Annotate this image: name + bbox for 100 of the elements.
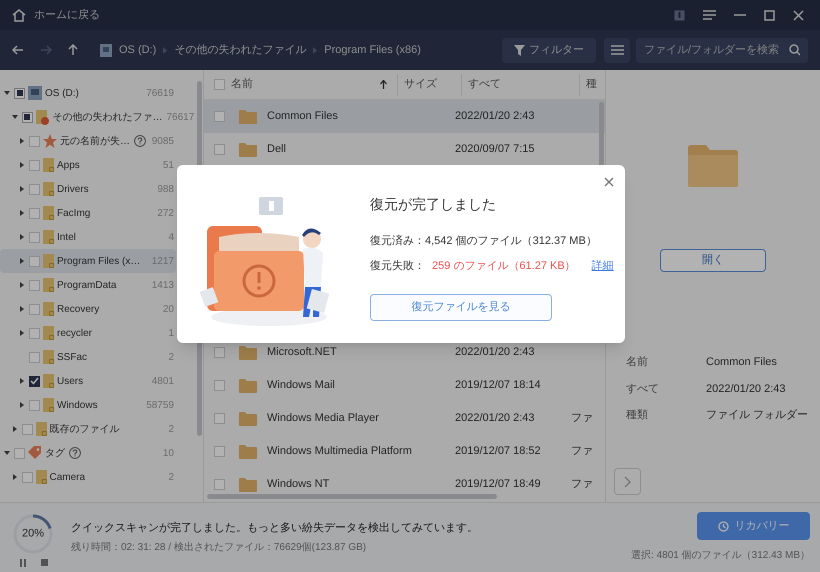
collapsed-arrow-icon[interactable]	[19, 306, 25, 312]
filter-button[interactable]: フィルター	[502, 38, 596, 62]
file-row[interactable]: Windows Media Player 2022/01/20 2:43 ファ	[204, 402, 605, 435]
help-icon[interactable]	[69, 447, 81, 459]
collapsed-arrow-icon[interactable]	[19, 234, 25, 240]
file-row[interactable]: Windows NT 2019/12/07 18:49 ファ	[204, 468, 605, 501]
view-recovered-files-button[interactable]: 復元ファイルを見る	[370, 294, 552, 321]
tree-item-label[interactable]: OS (D:)	[45, 86, 79, 100]
tree-item-label[interactable]: Intel	[57, 230, 76, 244]
collapsed-arrow-icon[interactable]	[19, 378, 25, 384]
tree-item[interactable]: Camera 2	[0, 465, 176, 489]
file-name: Microsoft.NET	[267, 345, 338, 360]
tree-item[interactable]: 既存のファイル 2	[0, 417, 176, 441]
tree-item-label[interactable]: FacImg	[57, 206, 90, 220]
tree-item[interactable]: その他の失われたファ… 76617	[0, 105, 196, 129]
stop-icon[interactable]	[40, 559, 48, 566]
file-row[interactable]: Windows Multimedia Platform 2019/12/07 18:52 ファ	[204, 435, 605, 468]
search-field[interactable]: ファイル/フォルダーを検索	[636, 38, 808, 62]
tree-item-label[interactable]: タグ	[45, 446, 65, 460]
star-icon	[43, 134, 57, 148]
column-header[interactable]: サイズ	[397, 74, 461, 96]
collapsed-arrow-icon[interactable]	[19, 186, 25, 192]
tree-item-label[interactable]: Windows	[57, 398, 98, 412]
folder-icon	[239, 110, 257, 124]
file-name: Windows NT	[267, 477, 330, 492]
search-icon[interactable]	[788, 44, 800, 56]
modified-date: 2019/12/07 18:52	[455, 444, 542, 460]
collapsed-arrow-icon[interactable]	[19, 330, 25, 336]
tree-item[interactable]: recycler 1	[0, 321, 176, 345]
file-row[interactable]: Microsoft.NET 2022/01/20 2:43	[204, 336, 605, 369]
open-button[interactable]: 開く	[660, 249, 766, 272]
breadcrumb-item[interactable]: Program Files (x86)	[324, 42, 421, 58]
select-all-checkbox[interactable]	[214, 79, 225, 90]
expanded-arrow-icon[interactable]	[12, 114, 18, 120]
collapsed-arrow-icon[interactable]	[19, 282, 25, 288]
item-count: 1413	[150, 278, 174, 292]
collapsed-arrow-icon[interactable]	[19, 402, 25, 408]
detail-label: 種類	[626, 408, 649, 423]
collapsed-arrow-icon[interactable]	[19, 138, 25, 144]
scan-status-message: クイックスキャンが完了しました。もっと多い紛失データを検出してみています。	[71, 520, 478, 536]
home-link[interactable]: ホームに戻る	[34, 6, 100, 24]
menu-icon[interactable]	[703, 10, 716, 20]
checkbox[interactable]	[14, 88, 25, 98]
scan-details: 残り時間：02: 31: 28 / 検出されたファイル：76629個(123.87 GB)	[71, 540, 368, 556]
tree-item-label[interactable]: SSFac	[57, 350, 88, 364]
help-icon[interactable]	[134, 135, 146, 147]
checkbox[interactable]	[29, 376, 40, 386]
tree-item[interactable]: Apps 51	[0, 153, 176, 177]
tree-item-label[interactable]: Program Files (x…	[57, 254, 140, 268]
folder-icon	[239, 444, 257, 458]
horizontal-scrollbar[interactable]	[207, 494, 497, 499]
expanded-arrow-icon[interactable]	[4, 90, 10, 96]
folder-icon	[43, 350, 54, 364]
tree-item-label[interactable]: Drivers	[57, 182, 89, 196]
collapsed-arrow-icon[interactable]	[19, 162, 25, 168]
column-header[interactable]: すべて	[461, 74, 579, 96]
folder-icon	[239, 142, 257, 156]
tree-item-label[interactable]: Users	[57, 374, 84, 388]
tree-item[interactable]: 元の名前が失… 9085	[0, 129, 176, 153]
tree-item[interactable]: Program Files (x… 1217	[0, 249, 176, 273]
back-arrow-icon[interactable]	[12, 45, 24, 55]
tree-item-label[interactable]: ProgramData	[57, 278, 116, 292]
tree-item[interactable]: OS (D:) 76619	[0, 81, 176, 105]
collapsed-arrow-icon[interactable]	[12, 474, 18, 480]
breadcrumb-item[interactable]: その他の失われたファイル	[174, 42, 306, 58]
tree-item[interactable]: ProgramData 1413	[0, 273, 176, 297]
tree-item-label[interactable]: 元の名前が失…	[60, 134, 130, 148]
tree-item[interactable]: Drivers 988	[0, 177, 176, 201]
tree-item-label[interactable]: 既存のファイル	[50, 422, 120, 436]
tree-item-label[interactable]: recycler	[57, 326, 92, 340]
collapsed-arrow-icon[interactable]	[19, 210, 25, 216]
checkbox[interactable]	[22, 112, 32, 122]
tree-item[interactable]: タグ 10	[0, 441, 176, 465]
tree-item[interactable]: Users 4801	[0, 369, 176, 393]
file-row[interactable]: Windows Mail 2019/12/07 18:14	[204, 369, 605, 402]
column-header[interactable]: 名前	[225, 74, 397, 96]
folder-icon	[43, 326, 54, 340]
tree-item-label[interactable]: その他の失われたファ…	[52, 110, 162, 124]
expanded-arrow-icon[interactable]	[4, 450, 10, 456]
up-arrow-icon[interactable]	[68, 44, 78, 56]
tree-item[interactable]: Intel 4	[0, 225, 176, 249]
details-link[interactable]: 詳細	[592, 258, 614, 274]
maximize-icon[interactable]	[764, 10, 775, 20]
tree-item[interactable]: Recovery 20	[0, 297, 176, 321]
home-icon[interactable]	[12, 8, 26, 22]
pause-icon[interactable]	[18, 559, 26, 567]
tree-item[interactable]: Windows 58759	[0, 393, 176, 417]
collapsed-arrow-icon[interactable]	[19, 258, 25, 264]
list-menu-button[interactable]	[604, 38, 630, 62]
tree-item-label[interactable]: Recovery	[57, 302, 100, 316]
file-row[interactable]: Dell 2020/09/07 7:15	[204, 133, 605, 166]
breadcrumb-item[interactable]: OS (D:)	[119, 42, 156, 58]
minimize-icon[interactable]	[734, 14, 746, 16]
collapsed-arrow-icon[interactable]	[12, 426, 18, 432]
close-icon[interactable]	[604, 177, 614, 187]
tree-item-label[interactable]: Apps	[57, 158, 80, 172]
tree-item[interactable]: SSFac 2	[0, 345, 176, 369]
file-row[interactable]: Common Files 2022/01/20 2:43	[204, 100, 605, 133]
tree-item[interactable]: FacImg 272	[0, 201, 176, 225]
tree-item-label[interactable]: Camera	[50, 470, 86, 484]
